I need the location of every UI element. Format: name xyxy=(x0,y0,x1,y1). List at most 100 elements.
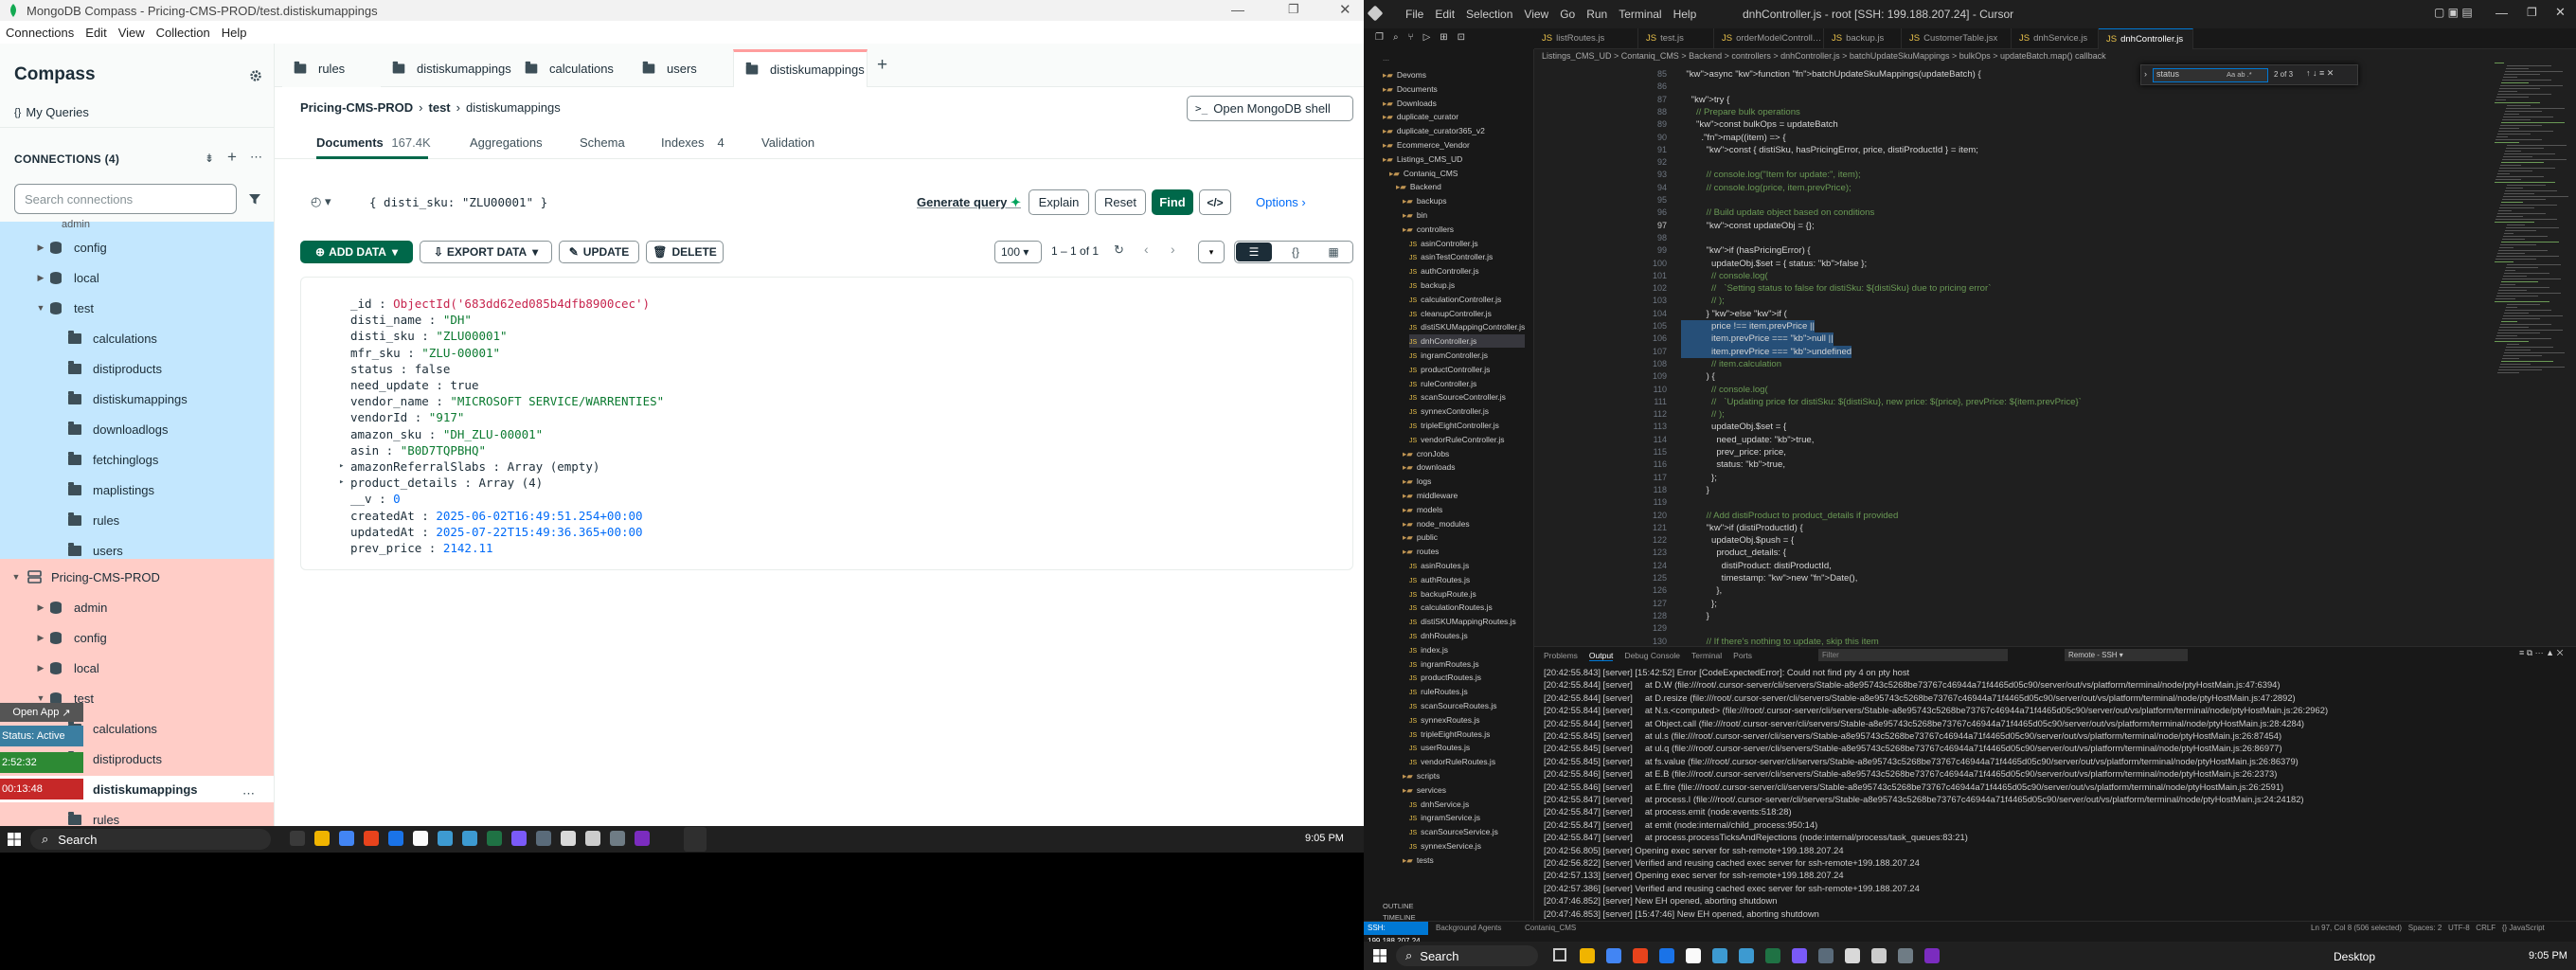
reset-button[interactable]: Reset xyxy=(1095,189,1146,215)
tab-distiskumappings-active[interactable]: distiskumappings xyxy=(733,49,868,87)
explorer-file[interactable]: JS asinTestController.js xyxy=(1409,250,1525,263)
explorer-folder[interactable]: ▸▰ Listings_CMS_UD xyxy=(1383,153,1525,166)
document-field-need-update[interactable]: need_update : true xyxy=(350,377,478,393)
query-code-button[interactable]: </> xyxy=(1199,189,1231,215)
code-editor[interactable]: Listings_CMS_UD > Contaniq_CMS > Backend… xyxy=(1534,49,2576,646)
explorer-file[interactable]: JS calculationController.js xyxy=(1409,293,1525,306)
cursor-position[interactable]: Ln 97, Col 8 (506 selected) Spaces: 2 UT… xyxy=(2311,924,2545,932)
tab-users[interactable]: users xyxy=(631,49,733,87)
menu-help[interactable]: Help xyxy=(1673,8,1697,21)
teams-icon[interactable] xyxy=(511,831,527,846)
next-page-icon[interactable]: › xyxy=(1171,242,1175,257)
collection-rules[interactable]: rules xyxy=(0,507,274,533)
calculator-icon[interactable] xyxy=(1898,948,1913,963)
refresh-icon[interactable]: ↻ xyxy=(1114,242,1124,258)
tab-problems[interactable]: Problems xyxy=(1544,651,1578,661)
zoom-icon[interactable] xyxy=(388,831,403,846)
document-field-prev-price[interactable]: prev_price : 2142.11 xyxy=(350,540,493,556)
tab-calculations[interactable]: calculations xyxy=(513,49,631,87)
explorer-file[interactable]: JS synnexService.js xyxy=(1409,839,1525,853)
compass-app-icon[interactable] xyxy=(585,831,600,846)
menu-connections[interactable]: Connections xyxy=(6,26,74,40)
more-icon[interactable]: ⋯ xyxy=(250,150,262,165)
explorer-folder[interactable]: ▸▰ duplicate_curator365_v2 xyxy=(1383,124,1525,137)
explorer-file[interactable]: JS dnhRoutes.js xyxy=(1409,629,1525,642)
collection-maplistings[interactable]: maplistings xyxy=(0,476,274,503)
explorer-folder[interactable]: ▸▰ middleware xyxy=(1403,489,1525,502)
database-local[interactable]: ▶ local xyxy=(0,264,274,291)
tab-schema[interactable]: Schema xyxy=(580,135,625,150)
document-field-createdAt[interactable]: createdAt : 2025-06-02T16:49:51.254+00:0… xyxy=(350,508,643,524)
document-field-disti-name[interactable]: disti_name : "DH" xyxy=(350,312,472,328)
explorer-file[interactable]: JS dnhController.js xyxy=(1409,334,1525,349)
onenote-icon[interactable] xyxy=(635,831,650,846)
tab-validation[interactable]: Validation xyxy=(761,135,814,150)
editor-tab-orderModelController-js[interactable]: JS orderModelController.js xyxy=(1714,28,1824,49)
windows-start-icon[interactable] xyxy=(1373,949,1386,962)
explorer-file[interactable]: JS scanSourceRoutes.js xyxy=(1409,699,1525,712)
chrome-icon[interactable] xyxy=(1606,948,1621,963)
collapse-all-icon[interactable]: ⇟ xyxy=(205,152,214,165)
tab-terminal[interactable]: Terminal xyxy=(1691,651,1722,661)
list-view-icon[interactable]: ☰ xyxy=(1236,242,1272,261)
background-agents[interactable]: Background Agents xyxy=(1436,924,1501,932)
editor-tab-dnhService-js[interactable]: JS dnhService.js xyxy=(2012,28,2099,49)
add-connection-icon[interactable]: + xyxy=(227,148,237,167)
delete-button[interactable]: 🗑 DELETE xyxy=(646,241,724,263)
menu-view[interactable]: View xyxy=(1524,8,1548,21)
breadcrumb-database[interactable]: test xyxy=(429,100,451,115)
minimize-button[interactable]: — xyxy=(2496,6,2508,20)
collection-actions-icon[interactable]: ⋯ xyxy=(242,786,255,801)
close-button[interactable]: ✕ xyxy=(2555,5,2566,20)
document-field-product-details[interactable]: ▸ product_details : Array (4) xyxy=(339,475,543,491)
explorer-folder[interactable]: ▸▰ controllers xyxy=(1403,223,1525,236)
explorer-file[interactable]: JS userRoutes.js xyxy=(1409,741,1525,754)
explorer-file[interactable]: JS index.js xyxy=(1409,643,1525,656)
excel-icon[interactable] xyxy=(487,831,502,846)
collection-calculations[interactable]: calculations xyxy=(0,325,274,351)
document-field---v[interactable]: __v : 0 xyxy=(350,491,401,507)
explorer-file[interactable]: JS distiSKUMappingController.js xyxy=(1409,320,1525,333)
search-connections-input[interactable]: Search connections xyxy=(14,184,237,214)
collection-downloadlogs[interactable]: downloadlogs xyxy=(0,416,274,442)
desktop-label[interactable]: Desktop xyxy=(2334,950,2375,963)
explorer-file[interactable]: JS ingramController.js xyxy=(1409,349,1525,362)
gear-icon[interactable] xyxy=(249,69,262,82)
explorer-folder[interactable]: ▸▰ Downloads xyxy=(1383,97,1525,110)
prev-page-icon[interactable]: ‹ xyxy=(1144,242,1149,257)
menu-edit[interactable]: Edit xyxy=(1435,8,1455,21)
output-channel-select[interactable]: Remote - SSH ▾ xyxy=(2065,649,2188,661)
explorer-file[interactable]: JS asinController.js xyxy=(1409,237,1525,250)
explorer-file[interactable]: JS backup.js xyxy=(1409,278,1525,292)
explorer-folder[interactable]: ▸▰ cronJobs xyxy=(1403,447,1525,460)
tab-indexes[interactable]: Indexes 4 xyxy=(661,135,724,150)
table-view-icon[interactable]: ▦ xyxy=(1316,242,1351,261)
remote-explorer-icon[interactable]: ⊡ xyxy=(1458,32,1465,47)
github-icon[interactable] xyxy=(413,831,428,846)
explorer-file[interactable]: JS synnexController.js xyxy=(1409,404,1525,418)
database-test[interactable]: ▼ test xyxy=(0,295,274,321)
database-local[interactable]: ▶ local xyxy=(0,655,274,681)
output-filter-input[interactable]: Filter xyxy=(1818,649,2008,661)
expand-all-button[interactable]: ▾ xyxy=(1198,241,1225,263)
editor-tab-test-js[interactable]: JS test.js xyxy=(1638,28,1714,49)
explorer-file[interactable]: JS scanSourceService.js xyxy=(1409,825,1525,838)
explorer-file[interactable]: JS distiSKUMappingRoutes.js xyxy=(1409,615,1525,628)
tab-aggregations[interactable]: Aggregations xyxy=(470,135,543,150)
editor-tab-CustomerTable-jsx[interactable]: JS CustomerTable.jsx xyxy=(1902,28,2012,49)
file-explorer-icon[interactable] xyxy=(1580,948,1595,963)
onenote-icon[interactable] xyxy=(1924,948,1940,963)
new-tab-icon[interactable]: + xyxy=(877,55,887,76)
explorer-folder[interactable]: ▸▰ bin xyxy=(1403,208,1525,222)
tab-output[interactable]: Output xyxy=(1588,651,1614,661)
editor-tab-dnhController-js[interactable]: JS dnhController.js xyxy=(2099,28,2193,49)
collection-distiproducts[interactable]: distiproducts xyxy=(0,355,274,382)
menu-collection[interactable]: Collection xyxy=(156,26,210,40)
collection-distiskumappings[interactable]: distiskumappings xyxy=(0,386,274,412)
toggle-layout-icon[interactable]: ▢ ▣ ▤ xyxy=(2434,6,2473,19)
export-data-button[interactable]: ⇩ EXPORT DATA ▾ xyxy=(420,241,552,263)
explorer-file[interactable]: JS tripleEightController.js xyxy=(1409,419,1525,432)
explorer-file[interactable]: JS dnhService.js xyxy=(1409,798,1525,811)
explorer-file[interactable]: JS asinRoutes.js xyxy=(1409,559,1525,572)
menu-edit[interactable]: Edit xyxy=(85,26,106,40)
